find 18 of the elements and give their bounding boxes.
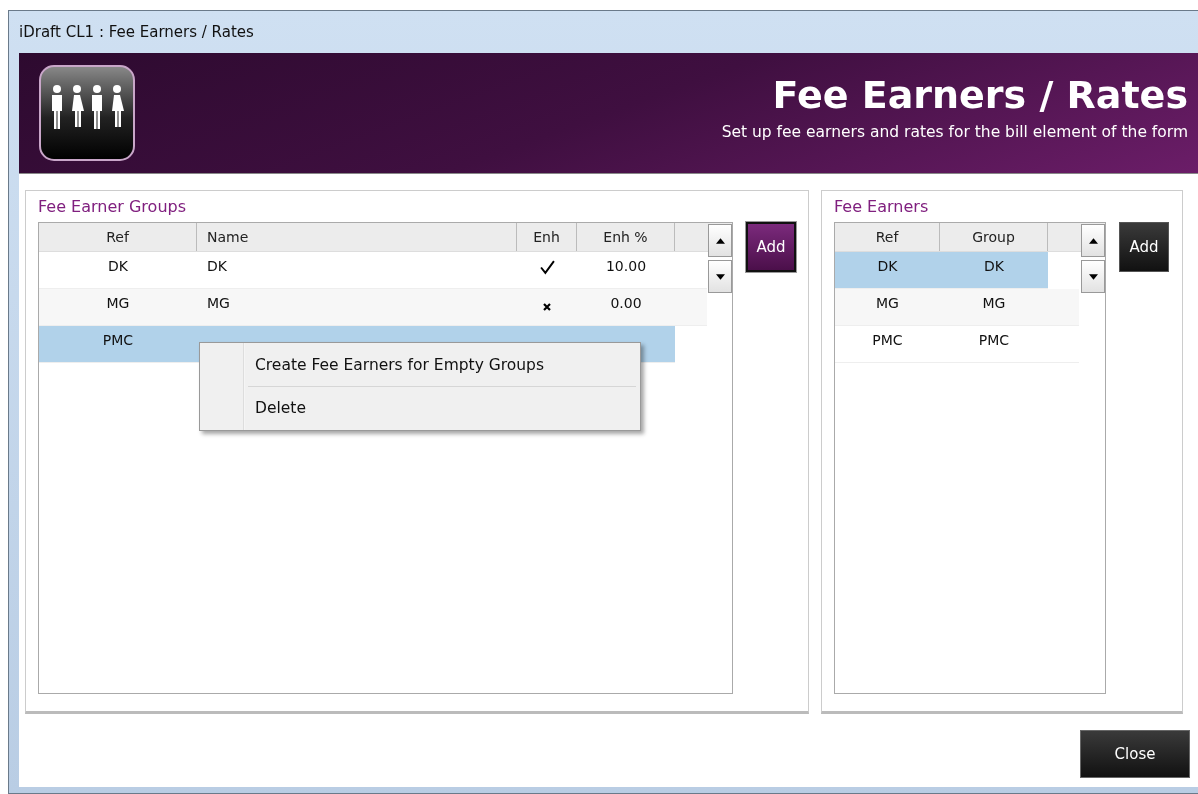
panel-title: Fee Earners [834, 197, 930, 216]
page-title: Fee Earners / Rates [771, 73, 1188, 117]
table-cell: MG [982, 295, 1006, 311]
table-cell: PMC [102, 332, 134, 348]
panel-title: Fee Earner Groups [38, 197, 187, 216]
table-cell: DK [207, 258, 227, 274]
table-cell: 10.00 [605, 258, 647, 274]
table-cell: DK [877, 258, 898, 274]
table-cell: 0.00 [610, 295, 642, 311]
table-cell: MG [207, 295, 230, 311]
table-cell: DK [108, 258, 128, 274]
table-cell: MG [106, 295, 130, 311]
page-subtitle: Set up fee earners and rates for the bill element of the form [721, 123, 1188, 141]
table-cell: PMC [978, 332, 1010, 348]
table-cell: PMC [872, 332, 903, 348]
table-cell: DK [984, 258, 1004, 274]
table-cell: MG [876, 295, 899, 311]
window-title: iDraft CL1 : Fee Earners / Rates [19, 23, 254, 41]
